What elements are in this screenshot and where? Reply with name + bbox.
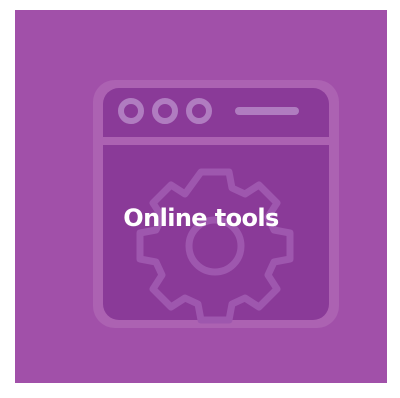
title-bar-divider (103, 137, 329, 145)
online-tools-tile[interactable]: Online tools (15, 10, 387, 383)
tile-title: Online tools (123, 204, 279, 232)
page-frame: Online tools (0, 0, 400, 398)
